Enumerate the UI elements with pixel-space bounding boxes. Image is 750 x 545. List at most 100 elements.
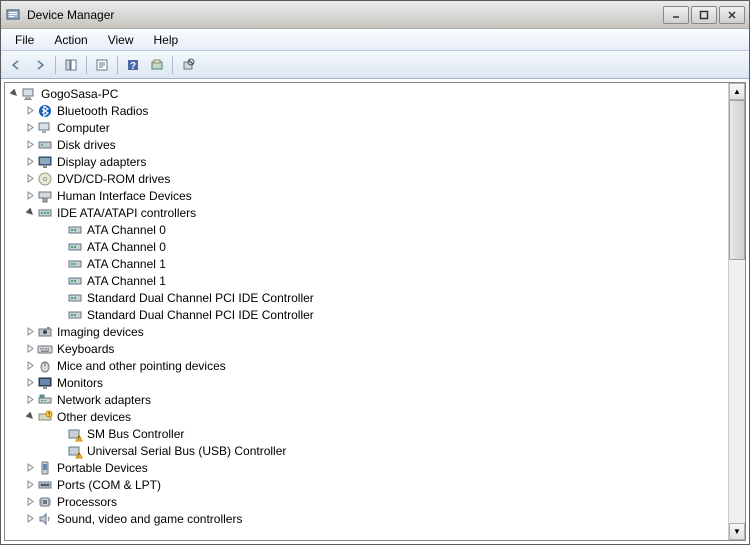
scroll-up-button[interactable]: ▲	[729, 83, 745, 100]
tree-category[interactable]: Computer	[5, 119, 728, 136]
other-icon: ?	[37, 409, 53, 425]
titlebar[interactable]: Device Manager	[1, 1, 749, 29]
expander-icon[interactable]	[25, 344, 35, 354]
keyboard-icon	[37, 341, 53, 357]
tree-device[interactable]: !SM Bus Controller	[5, 425, 728, 442]
expander-icon[interactable]	[25, 395, 35, 405]
tree-category-label: Keyboards	[57, 342, 114, 356]
back-button[interactable]	[5, 54, 27, 76]
tree-device[interactable]: !Universal Serial Bus (USB) Controller	[5, 442, 728, 459]
tree-category[interactable]: Processors	[5, 493, 728, 510]
tree-device-label: Standard Dual Channel PCI IDE Controller	[87, 291, 314, 305]
tree-category[interactable]: Monitors	[5, 374, 728, 391]
tree-category-label: Processors	[57, 495, 117, 509]
tree-category-label: Portable Devices	[57, 461, 148, 475]
uninstall-button[interactable]	[177, 54, 199, 76]
tree-category-label: Network adapters	[57, 393, 151, 407]
mouse-icon	[37, 358, 53, 374]
tree-root[interactable]: GogoSasa-PC	[5, 85, 728, 102]
tree-device[interactable]: ATA Channel 0	[5, 221, 728, 238]
vertical-scrollbar[interactable]: ▲ ▼	[728, 83, 745, 540]
tree-category-label: Computer	[57, 121, 110, 135]
tree-category[interactable]: Portable Devices	[5, 459, 728, 476]
tree-category[interactable]: Keyboards	[5, 340, 728, 357]
expander-icon[interactable]	[25, 378, 35, 388]
expander-icon[interactable]	[25, 140, 35, 150]
expander-icon[interactable]	[25, 412, 35, 422]
tree-category[interactable]: Imaging devices	[5, 323, 728, 340]
window-controls	[663, 6, 745, 24]
device-tree[interactable]: GogoSasa-PCBluetooth Radios ComputerDisk …	[5, 83, 728, 540]
disk-icon	[37, 137, 53, 153]
expander-icon[interactable]	[25, 157, 35, 167]
device-icon	[67, 307, 83, 323]
tree-category[interactable]: Disk drives	[5, 136, 728, 153]
computer-icon	[21, 86, 37, 102]
cdrom-icon	[37, 171, 53, 187]
tree-category-label: DVD/CD-ROM drives	[57, 172, 170, 186]
menu-action[interactable]: Action	[44, 31, 97, 49]
show-hide-tree-button[interactable]	[60, 54, 82, 76]
tree-category-label: Ports (COM & LPT)	[57, 478, 161, 492]
help-button[interactable]: ?	[122, 54, 144, 76]
scroll-thumb[interactable]	[729, 100, 745, 260]
properties-button[interactable]	[91, 54, 113, 76]
tree-category[interactable]: DVD/CD-ROM drives	[5, 170, 728, 187]
tree-category[interactable]: Network adapters	[5, 391, 728, 408]
expander-spacer	[55, 242, 65, 252]
tree-root-label: GogoSasa-PC	[41, 87, 118, 101]
ports-icon	[37, 477, 53, 493]
expander-spacer	[55, 276, 65, 286]
tree-category[interactable]: Ports (COM & LPT)	[5, 476, 728, 493]
portable-icon	[37, 460, 53, 476]
expander-icon[interactable]	[25, 497, 35, 507]
tree-category[interactable]: Mice and other pointing devices	[5, 357, 728, 374]
device-icon: !	[67, 426, 83, 442]
expander-icon[interactable]	[9, 89, 19, 99]
close-button[interactable]	[719, 6, 745, 24]
maximize-button[interactable]	[691, 6, 717, 24]
expander-icon[interactable]	[25, 361, 35, 371]
tree-category-label: IDE ATA/ATAPI controllers	[57, 206, 196, 220]
expander-icon[interactable]	[25, 514, 35, 524]
forward-button[interactable]	[29, 54, 51, 76]
expander-icon[interactable]	[25, 106, 35, 116]
tree-device-label: ATA Channel 0	[87, 240, 166, 254]
tree-category[interactable]: Display adapters	[5, 153, 728, 170]
tree-category[interactable]: ?Other devices	[5, 408, 728, 425]
scroll-track[interactable]	[729, 100, 745, 523]
expander-icon[interactable]	[25, 208, 35, 218]
tree-category[interactable]: Human Interface Devices	[5, 187, 728, 204]
toolbar-separator	[55, 56, 56, 74]
tree-device[interactable]: Standard Dual Channel PCI IDE Controller	[5, 306, 728, 323]
expander-icon[interactable]	[25, 463, 35, 473]
menubar: File Action View Help	[1, 29, 749, 51]
tree-category[interactable]: Sound, video and game controllers	[5, 510, 728, 527]
scroll-down-button[interactable]: ▼	[729, 523, 745, 540]
ide-icon	[37, 205, 53, 221]
menu-file[interactable]: File	[5, 31, 44, 49]
menu-view[interactable]: View	[98, 31, 144, 49]
tree-device-label: Standard Dual Channel PCI IDE Controller	[87, 308, 314, 322]
expander-icon[interactable]	[25, 191, 35, 201]
tree-device[interactable]: ATA Channel 1	[5, 272, 728, 289]
app-icon	[5, 7, 21, 23]
monitor-icon	[37, 375, 53, 391]
tree-device-label: ATA Channel 0	[87, 223, 166, 237]
tree-category[interactable]: IDE ATA/ATAPI controllers	[5, 204, 728, 221]
expander-icon[interactable]	[25, 123, 35, 133]
tree-device[interactable]: ATA Channel 0	[5, 238, 728, 255]
expander-icon[interactable]	[25, 327, 35, 337]
menu-help[interactable]: Help	[144, 31, 189, 49]
scan-hardware-button[interactable]	[146, 54, 168, 76]
device-manager-window: Device Manager File Action View Help ? G…	[0, 0, 750, 545]
tree-category[interactable]: Bluetooth Radios	[5, 102, 728, 119]
toolbar-separator	[86, 56, 87, 74]
minimize-button[interactable]	[663, 6, 689, 24]
tree-device[interactable]: Standard Dual Channel PCI IDE Controller	[5, 289, 728, 306]
tree-category-label: Sound, video and game controllers	[57, 512, 242, 526]
network-icon	[37, 392, 53, 408]
expander-icon[interactable]	[25, 480, 35, 490]
expander-icon[interactable]	[25, 174, 35, 184]
tree-device[interactable]: ATA Channel 1	[5, 255, 728, 272]
